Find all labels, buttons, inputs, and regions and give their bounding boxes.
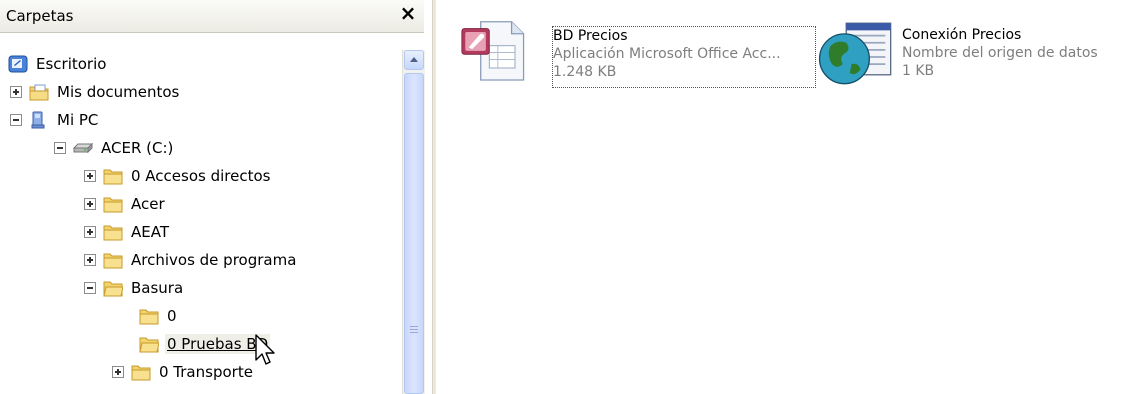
drive-icon <box>73 142 93 154</box>
computer-icon <box>31 111 45 129</box>
folder-icon <box>103 197 123 213</box>
file-tile-conexion-precios[interactable]: Conexión Precios Nombre del origen de da… <box>436 14 1132 94</box>
files-pane: BD Precios Aplicación Microsoft Office A… <box>436 0 1132 394</box>
tree-item-label: Mis documentos <box>57 83 180 101</box>
desktop-icon <box>8 55 28 73</box>
file-type: Nombre del origen de datos <box>902 45 1098 61</box>
scrollbar-thumb[interactable] <box>404 73 424 394</box>
tree-item-mis-documentos[interactable]: Mis documentos <box>10 78 181 106</box>
tree-item-0-transporte[interactable]: 0 Transporte <box>112 358 255 386</box>
tree-item-label: ACER (C:) <box>101 139 174 157</box>
folder-icon <box>139 309 159 325</box>
tree-item-archivos-de-programa[interactable]: Archivos de programa <box>84 246 298 274</box>
tree-item-acer[interactable]: Acer <box>84 190 167 218</box>
tree-item-label: Acer <box>131 195 165 213</box>
documents-folder-icon <box>29 84 49 101</box>
mouse-cursor-icon <box>255 334 275 365</box>
tree-item-0-pruebas-bd[interactable]: 0 Pruebas BD <box>139 330 271 358</box>
tree-item-aeat[interactable]: AEAT <box>84 218 171 246</box>
scroll-up-button[interactable] <box>404 50 424 70</box>
folder-tree-scrollbar[interactable] <box>402 50 425 394</box>
file-size: 1 KB <box>902 63 935 79</box>
tree-item-basura[interactable]: Basura <box>84 274 185 302</box>
folder-open-icon <box>103 281 123 297</box>
tree-item-label: Escritorio <box>36 55 107 73</box>
collapse-icon[interactable] <box>10 114 22 126</box>
scrollbar-grip-icon <box>410 326 418 334</box>
folders-pane-header: Carpetas × <box>0 0 424 33</box>
file-details: Conexión Precios Nombre del origen de da… <box>902 26 1122 80</box>
expand-icon[interactable] <box>84 226 96 238</box>
folder-icon <box>103 225 123 241</box>
folder-icon <box>103 169 123 185</box>
expand-icon[interactable] <box>84 254 96 266</box>
collapse-icon[interactable] <box>84 282 96 294</box>
folder-icon <box>103 253 123 269</box>
tree-item-label: 0 Transporte <box>159 363 253 381</box>
folders-pane: Carpetas × Escritorio Mis documentos Mi … <box>0 0 432 394</box>
tree-item-label: Mi PC <box>57 111 99 129</box>
tree-item-0[interactable]: 0 <box>139 302 179 330</box>
expand-icon[interactable] <box>84 198 96 210</box>
tree-item-acer-c[interactable]: ACER (C:) <box>54 134 175 162</box>
tree-item-mi-pc[interactable]: Mi PC <box>10 106 100 134</box>
tree-item-label: 0 Accesos directos <box>131 167 271 185</box>
tree-item-escritorio[interactable]: Escritorio <box>8 50 108 78</box>
folder-icon <box>131 365 151 381</box>
expand-icon[interactable] <box>10 86 22 98</box>
close-pane-button[interactable]: × <box>398 3 418 23</box>
tree-item-0-accesos-directos[interactable]: 0 Accesos directos <box>84 162 272 190</box>
tree-item-label: AEAT <box>131 223 169 241</box>
tree-item-label: Archivos de programa <box>131 251 297 269</box>
collapse-icon[interactable] <box>54 142 66 154</box>
folder-open-icon <box>139 337 159 353</box>
expand-icon[interactable] <box>112 366 124 378</box>
file-name: Conexión Precios <box>902 27 1022 43</box>
tree-item-label: 0 <box>167 307 177 325</box>
folder-tree: Escritorio Mis documentos Mi PC ACER (C:… <box>0 44 400 394</box>
tree-item-label: Basura <box>131 279 184 297</box>
folders-pane-title: Carpetas <box>6 7 74 25</box>
expand-icon[interactable] <box>84 170 96 182</box>
odbc-dsn-icon <box>818 22 892 85</box>
